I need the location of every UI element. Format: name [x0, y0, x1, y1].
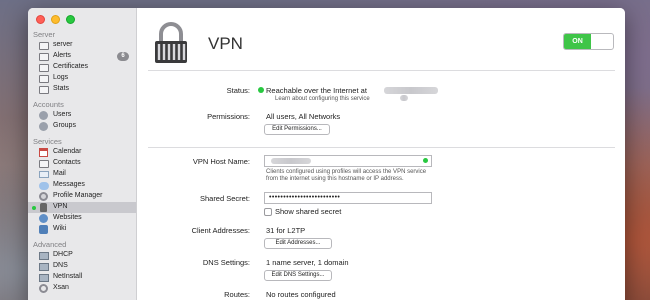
- section-header-server: Server: [33, 30, 56, 39]
- permissions-value: All users, All Networks: [266, 112, 341, 121]
- service-running-indicator: [32, 206, 36, 210]
- page-title: VPN: [208, 34, 243, 53]
- sidebar-item-users[interactable]: Users: [28, 110, 136, 121]
- sidebar-item-netinstall[interactable]: NetInstall: [28, 272, 136, 283]
- vpn-service-toggle[interactable]: ON: [563, 33, 614, 50]
- profile-manager-icon: [38, 192, 49, 201]
- server-app-window: Server server Alerts 6 Certificates Logs…: [28, 8, 625, 300]
- host-name-label: VPN Host Name:: [192, 157, 250, 166]
- sidebar-item-server[interactable]: server: [28, 40, 136, 51]
- help-arrow-icon[interactable]: [400, 95, 408, 101]
- sidebar-item-logs[interactable]: Logs: [28, 73, 136, 84]
- host-help-line1: Clients configured using profiles will a…: [266, 169, 427, 175]
- status-label: Status:: [226, 86, 250, 95]
- sidebar-item-dhcp[interactable]: DHCP: [28, 250, 136, 261]
- zoom-window-button[interactable]: [66, 15, 75, 24]
- sidebar-item-messages[interactable]: Messages: [28, 180, 136, 191]
- group-icon: [38, 122, 49, 131]
- status-help-link[interactable]: Learn about configuring this service: [275, 96, 370, 102]
- wiki-icon: [38, 225, 49, 234]
- shared-secret-value: •••••••••••••••••••••••••: [269, 194, 341, 201]
- close-window-button[interactable]: [36, 15, 45, 24]
- shared-secret-field[interactable]: •••••••••••••••••••••••••: [264, 192, 432, 204]
- sidebar-item-websites[interactable]: Websites: [28, 213, 136, 224]
- dhcp-icon: [38, 251, 49, 260]
- sidebar-item-dns[interactable]: DNS: [28, 261, 136, 272]
- sidebar-item-profile-manager[interactable]: Profile Manager: [28, 191, 136, 202]
- vpn-settings-pane: VPN ON Status: Reachable over the Intern…: [138, 8, 625, 300]
- certificate-icon: [38, 63, 49, 72]
- sidebar: Server server Alerts 6 Certificates Logs…: [28, 8, 137, 300]
- show-secret-checkbox[interactable]: [264, 208, 272, 216]
- header-divider: [148, 70, 615, 71]
- client-addresses-label: Client Addresses:: [191, 226, 250, 235]
- sidebar-item-groups[interactable]: Groups: [28, 121, 136, 132]
- messages-icon: [38, 181, 49, 190]
- dns-settings-value: 1 name server, 1 domain: [266, 258, 349, 267]
- sidebar-item-vpn[interactable]: VPN: [28, 202, 136, 213]
- window-controls: [36, 15, 75, 24]
- status-value: Reachable over the Internet at: [266, 86, 367, 95]
- section-divider: [148, 147, 615, 148]
- mail-icon: [38, 170, 49, 179]
- shared-secret-label: Shared Secret:: [199, 194, 250, 203]
- user-icon: [38, 111, 49, 120]
- routes-label: Routes:: [224, 290, 250, 299]
- dns-icon: [38, 262, 49, 271]
- netinstall-icon: [38, 273, 49, 282]
- sidebar-item-certificates[interactable]: Certificates: [28, 62, 136, 73]
- edit-addresses-button[interactable]: Edit Addresses...: [264, 238, 332, 249]
- logs-icon: [38, 74, 49, 83]
- show-secret-label: Show shared secret: [275, 207, 342, 216]
- sidebar-item-mail[interactable]: Mail: [28, 169, 136, 180]
- client-addresses-value: 31 for L2TP: [266, 226, 306, 235]
- vpn-host-name-field[interactable]: [264, 155, 432, 167]
- sidebar-item-contacts[interactable]: Contacts: [28, 158, 136, 169]
- redacted-address: [384, 87, 438, 94]
- section-header-services: Services: [33, 137, 62, 146]
- redacted-hostname: [271, 158, 311, 164]
- calendar-icon: [38, 148, 49, 157]
- vpn-lock-icon: [38, 203, 49, 212]
- section-header-advanced: Advanced: [33, 240, 67, 249]
- host-help-line2: from the internet using this hostname or…: [266, 176, 404, 182]
- contacts-icon: [38, 159, 49, 168]
- status-indicator: [258, 87, 264, 93]
- sidebar-item-xsan[interactable]: Xsan: [28, 283, 136, 294]
- routes-value: No routes configured: [266, 290, 336, 299]
- xsan-icon: [38, 284, 49, 293]
- vpn-padlock-icon: [152, 22, 190, 69]
- edit-permissions-button[interactable]: Edit Permissions...: [264, 124, 330, 135]
- dns-settings-label: DNS Settings:: [202, 258, 250, 267]
- sidebar-item-alerts[interactable]: Alerts 6: [28, 51, 136, 62]
- globe-icon: [38, 214, 49, 223]
- minimize-window-button[interactable]: [51, 15, 60, 24]
- sidebar-item-wiki[interactable]: Wiki: [28, 224, 136, 235]
- alerts-count-badge: 6: [117, 52, 129, 61]
- host-reachable-indicator: [423, 158, 428, 163]
- toggle-on-label: ON: [564, 34, 591, 49]
- permissions-label: Permissions:: [207, 112, 250, 121]
- section-header-accounts: Accounts: [33, 100, 64, 109]
- stats-icon: [38, 85, 49, 94]
- alerts-icon: [38, 52, 49, 61]
- edit-dns-settings-button[interactable]: Edit DNS Settings...: [264, 270, 332, 281]
- sidebar-item-calendar[interactable]: Calendar: [28, 147, 136, 158]
- sidebar-item-stats[interactable]: Stats: [28, 84, 136, 95]
- server-icon: [38, 41, 49, 50]
